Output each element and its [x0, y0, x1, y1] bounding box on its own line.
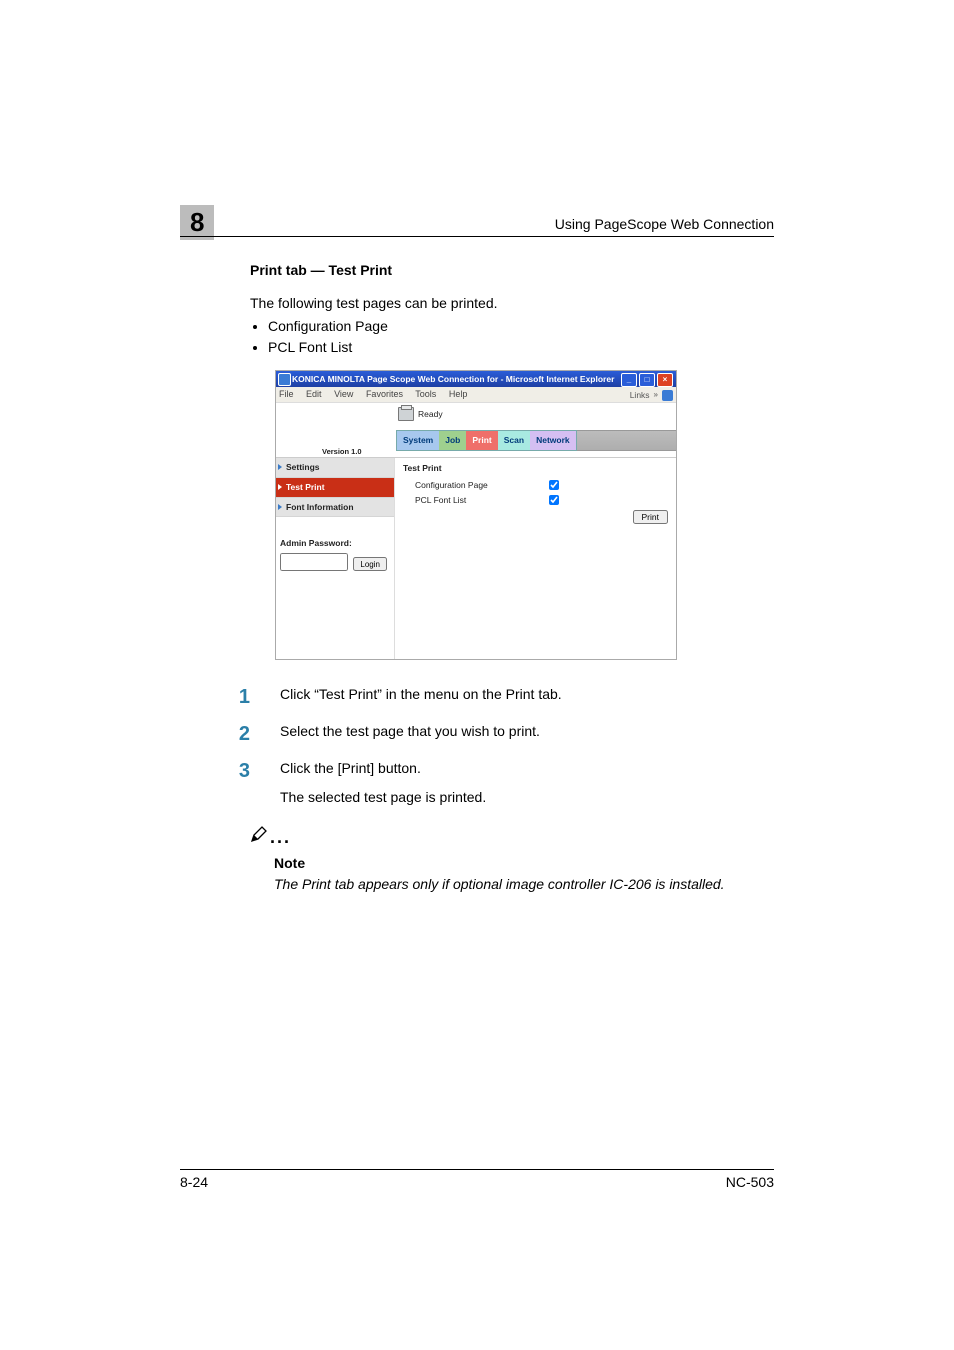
- triangle-right-icon: [278, 504, 282, 510]
- links-label: Links: [630, 389, 650, 402]
- step-3: 3 Click the [Print] button. The selected…: [250, 758, 774, 808]
- row-label-configuration-page: Configuration Page: [403, 479, 545, 492]
- printer-status: Ready: [398, 407, 443, 421]
- step-text: Click the [Print] button.: [280, 758, 774, 779]
- chevron-right-icon: »: [654, 389, 658, 401]
- footer-page-number: 8-24: [180, 1174, 208, 1190]
- tabbar-extension: [566, 430, 676, 451]
- window-titlebar: KONICA MINOLTA Page Scope Web Connection…: [276, 371, 676, 387]
- admin-password-input[interactable]: [280, 553, 348, 571]
- step-1: 1 Click “Test Print” in the menu on the …: [250, 684, 774, 705]
- tab-bar: System Job Print Scan Network: [396, 430, 577, 451]
- printer-icon: [398, 407, 414, 421]
- pencil-icon: [250, 825, 268, 849]
- checkbox-pcl-font-list[interactable]: [549, 495, 559, 505]
- sidebar-item-settings[interactable]: Settings: [276, 458, 394, 478]
- bullet-item: Configuration Page: [268, 316, 774, 337]
- note-block: ... Note The Print tab appears only if o…: [250, 824, 774, 895]
- admin-login-area: Admin Password: Login: [276, 517, 394, 571]
- ie-icon: [278, 373, 291, 386]
- sidebar-label: Settings: [286, 462, 320, 472]
- sidebar-label: Font Information: [286, 502, 354, 512]
- step-text: Click “Test Print” in the menu on the Pr…: [280, 684, 774, 705]
- test-print-row: Configuration Page: [403, 478, 668, 493]
- version-label: Version 1.0: [322, 446, 362, 457]
- brand-area: Version 1.0 Ready System Job Print Scan …: [276, 403, 676, 458]
- print-button[interactable]: Print: [633, 510, 668, 524]
- sidebar: Settings Test Print Font Information Adm…: [276, 458, 395, 660]
- step-2: 2 Select the test page that you wish to …: [250, 721, 774, 742]
- step-text: Select the test page that you wish to pr…: [280, 721, 774, 742]
- menubar: File Edit View Favorites Tools Help: [276, 387, 676, 403]
- note-heading: Note: [274, 853, 774, 874]
- section-heading: Print tab — Test Print: [250, 260, 774, 281]
- sidebar-item-font-information[interactable]: Font Information: [276, 498, 394, 518]
- tab-network[interactable]: Network: [530, 431, 576, 450]
- ie-icon: [662, 390, 673, 401]
- admin-password-label: Admin Password:: [280, 537, 390, 550]
- menu-favorites[interactable]: Favorites: [366, 389, 403, 399]
- embedded-screenshot: KONICA MINOLTA Page Scope Web Connection…: [275, 370, 677, 660]
- tab-system[interactable]: System: [397, 431, 439, 450]
- step-number: 1: [220, 682, 250, 712]
- bullet-item: PCL Font List: [268, 337, 774, 358]
- footer-doc-id: NC-503: [726, 1174, 774, 1190]
- ellipsis-icon: ...: [270, 824, 291, 851]
- window-title-text: KONICA MINOLTA Page Scope Web Connection…: [292, 374, 614, 384]
- page-footer: 8-24 NC-503: [180, 1169, 774, 1190]
- menu-file[interactable]: File: [279, 389, 294, 399]
- main-panel: Test Print Configuration Page PCL Font L…: [395, 458, 676, 660]
- steps-list: 1 Click “Test Print” in the menu on the …: [250, 684, 774, 808]
- window-close-button[interactable]: ×: [657, 373, 673, 387]
- window-minimize-button[interactable]: _: [621, 373, 637, 387]
- sidebar-item-test-print[interactable]: Test Print: [276, 478, 394, 498]
- menu-view[interactable]: View: [334, 389, 353, 399]
- panel-title: Test Print: [403, 462, 668, 475]
- section-intro: The following test pages can be printed.: [250, 293, 774, 314]
- login-button[interactable]: Login: [353, 557, 387, 571]
- row-label-pcl-font-list: PCL Font List: [403, 494, 545, 507]
- toolbar-links: Links »: [630, 388, 673, 402]
- step-number: 3: [220, 756, 250, 786]
- chapter-number: 8: [180, 205, 214, 240]
- header-section-title: Using PageScope Web Connection: [555, 216, 774, 232]
- test-print-row: PCL Font List: [403, 493, 668, 508]
- triangle-right-icon: [278, 464, 282, 470]
- checkbox-configuration-page[interactable]: [549, 480, 559, 490]
- tab-job[interactable]: Job: [439, 431, 466, 450]
- header-rule: [180, 236, 774, 237]
- menu-edit[interactable]: Edit: [306, 389, 322, 399]
- bullet-list: Configuration Page PCL Font List: [250, 316, 774, 358]
- tab-print[interactable]: Print: [466, 431, 497, 450]
- triangle-right-icon: [278, 484, 282, 490]
- note-body: The Print tab appears only if optional i…: [274, 874, 774, 895]
- step-text-secondary: The selected test page is printed.: [280, 787, 774, 808]
- menu-tools[interactable]: Tools: [415, 389, 436, 399]
- tab-scan[interactable]: Scan: [498, 431, 530, 450]
- step-number: 2: [220, 719, 250, 749]
- menu-help[interactable]: Help: [449, 389, 468, 399]
- status-text: Ready: [418, 408, 443, 421]
- window-maximize-button[interactable]: □: [639, 373, 655, 387]
- sidebar-label: Test Print: [286, 482, 325, 492]
